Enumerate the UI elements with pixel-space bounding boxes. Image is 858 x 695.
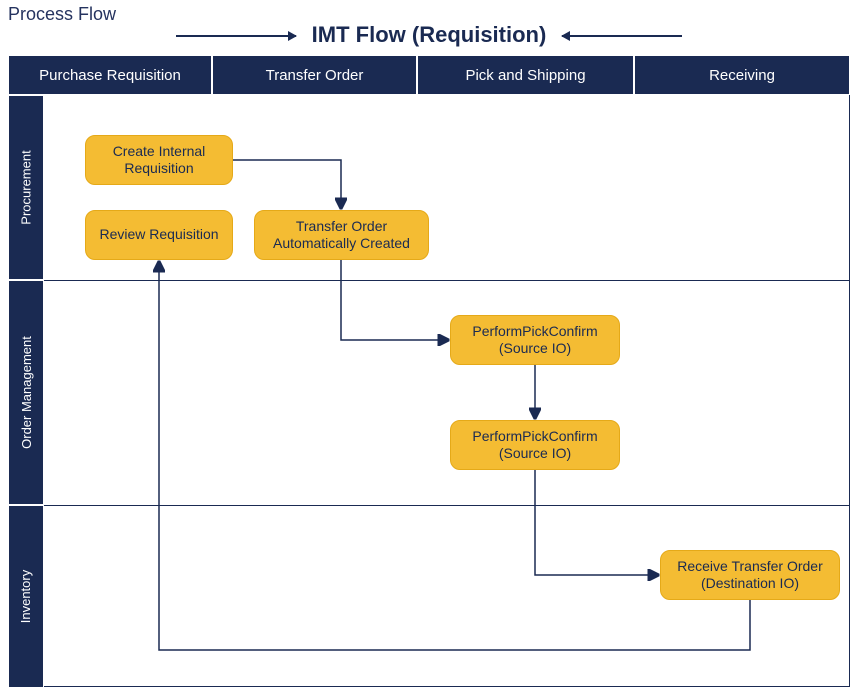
arrow-left-icon (562, 35, 682, 37)
step-review-requisition: Review Requisition (85, 210, 233, 260)
swimlane-label: Order Management (8, 280, 44, 505)
column-header: Pick and Shipping (417, 55, 634, 95)
column-header: Transfer Order (212, 55, 417, 95)
step-receive-transfer: Receive Transfer Order (Destination IO) (660, 550, 840, 600)
swimlane-text: Procurement (19, 150, 34, 224)
diagram-title-row: IMT Flow (Requisition) (0, 22, 858, 48)
step-create-internal-requisition: Create Internal Requisition (85, 135, 233, 185)
step-pick-confirm-1: PerformPickConfirm (Source IO) (450, 315, 620, 365)
swimlane-text: Inventory (19, 570, 34, 623)
swimlane-label: Procurement (8, 95, 44, 280)
step-pick-confirm-2: PerformPickConfirm (Source IO) (450, 420, 620, 470)
swimlane-text: Order Management (19, 336, 34, 449)
step-transfer-order-auto: Transfer Order Automatically Created (254, 210, 429, 260)
column-header: Receiving (634, 55, 850, 95)
lane-divider (44, 505, 850, 506)
column-header: Purchase Requisition (8, 55, 212, 95)
diagram-title: IMT Flow (Requisition) (312, 22, 547, 47)
lane-divider (44, 280, 850, 281)
arrow-right-icon (176, 35, 296, 37)
swimlane-label: Inventory (8, 505, 44, 688)
